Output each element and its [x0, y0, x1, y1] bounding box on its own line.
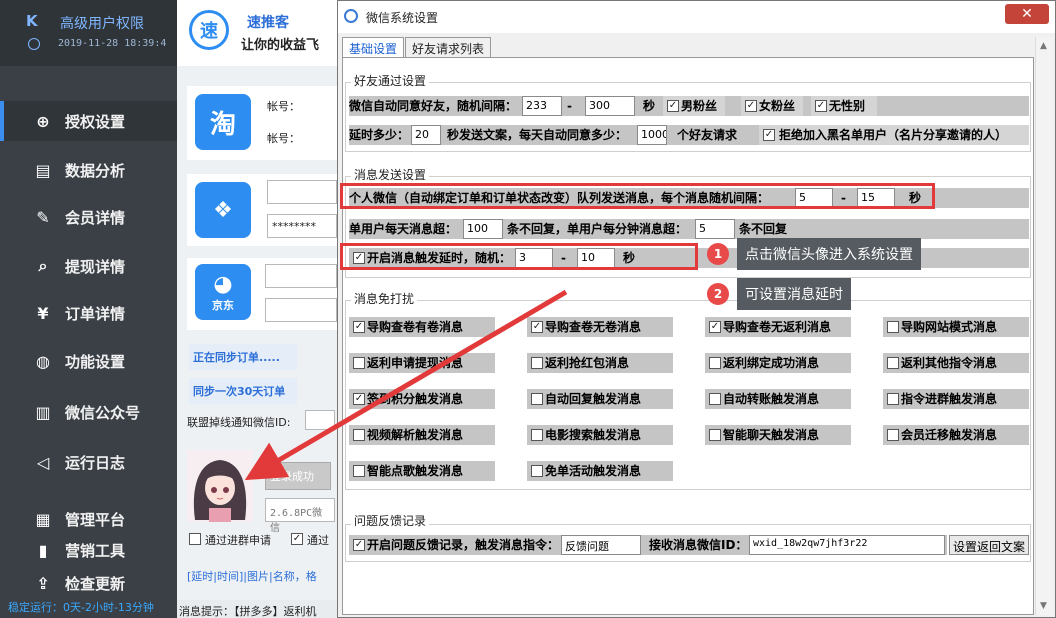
- annotation-arrow: [244, 289, 568, 481]
- arrow-line: [244, 289, 568, 481]
- app-window: K 高级用户权限 2019-11-28 18:39:4 ⊕ 授权设置 ▤ 数据分…: [0, 0, 1056, 618]
